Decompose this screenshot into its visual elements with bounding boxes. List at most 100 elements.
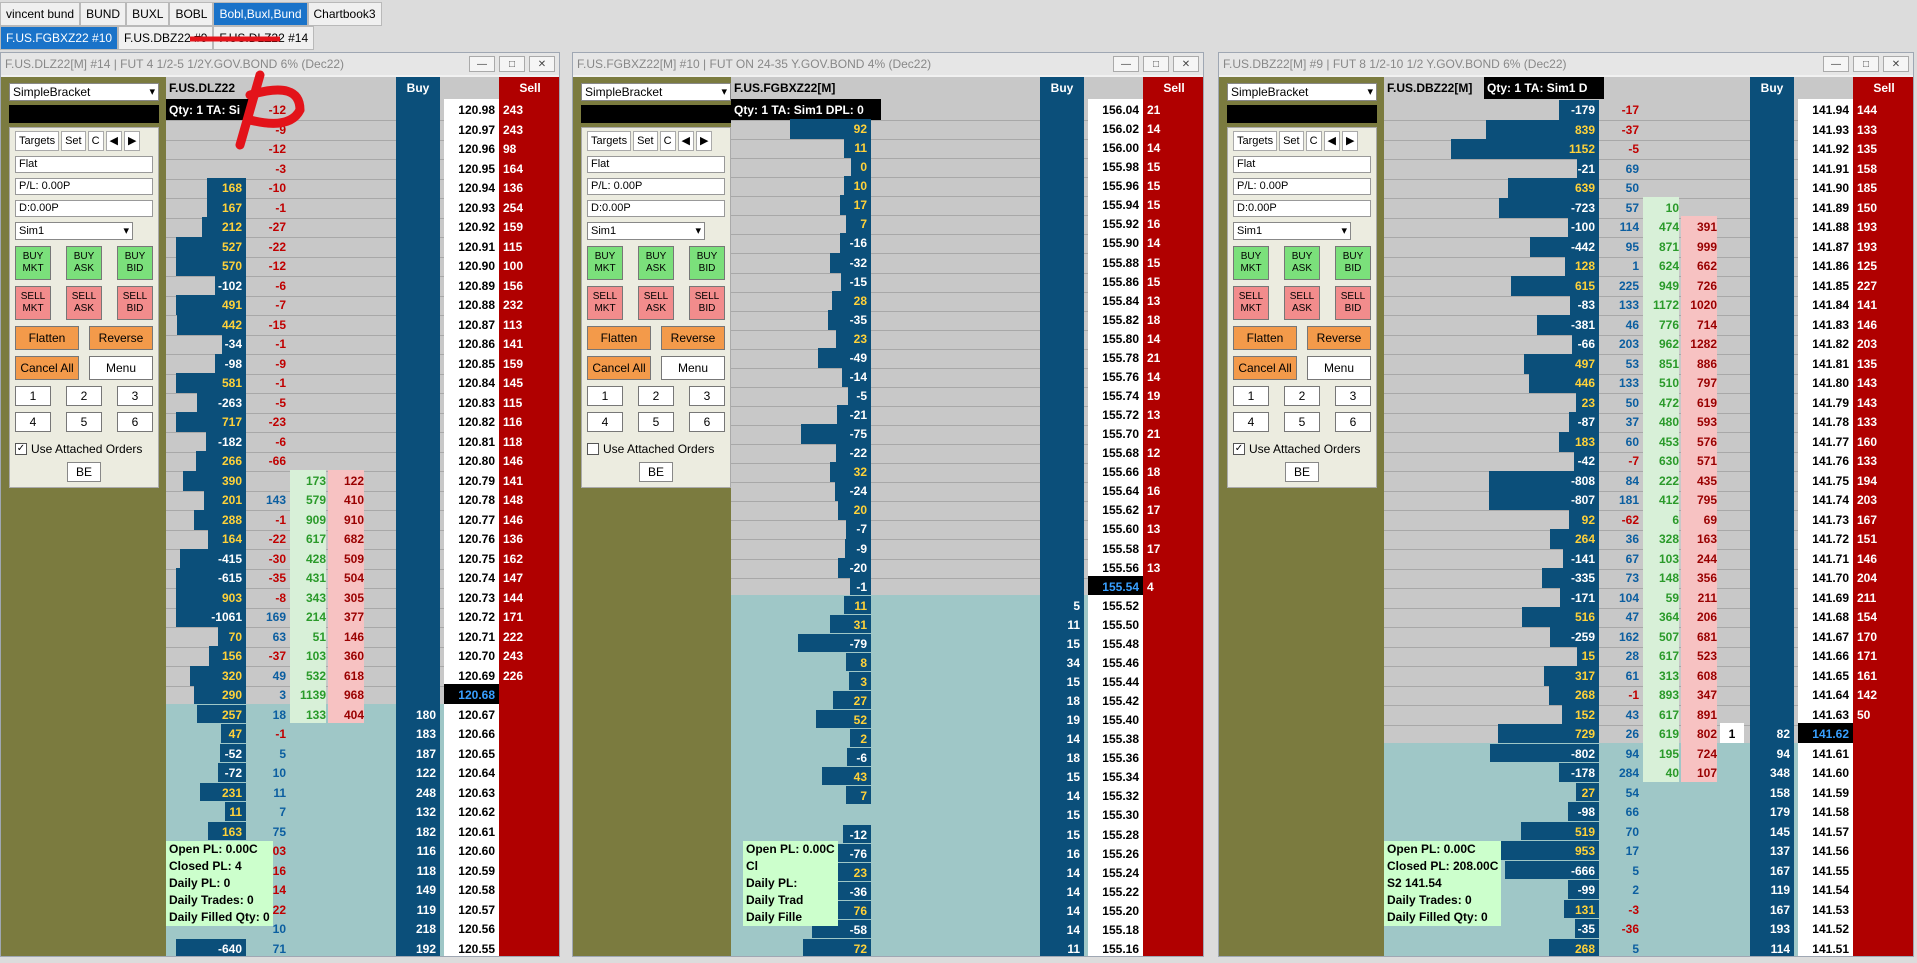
instrument-tab[interactable]: F.US.FGBXZ22 #10 — [0, 26, 119, 50]
be-button[interactable]: BE — [639, 462, 673, 482]
account-select[interactable]: Sim1 — [587, 222, 705, 240]
cancel-all-button[interactable]: Cancel All — [15, 356, 79, 380]
menu-button[interactable]: Menu — [1307, 356, 1371, 380]
buy-bid-button[interactable]: BUY BID — [1335, 246, 1371, 280]
cancel-all-button[interactable]: Cancel All — [1233, 356, 1297, 380]
qty-button[interactable]: 2 — [638, 386, 674, 406]
qty-button[interactable]: 6 — [689, 412, 725, 432]
panel-tab[interactable]: C — [659, 131, 676, 151]
sell-ask-button[interactable]: SELL ASK — [638, 286, 674, 320]
price-ladder[interactable]: Buy Sell F.US.DBZ22[M] Qty: 1 TA: Sim1 D 141… — [1384, 77, 1913, 956]
reverse-button[interactable]: Reverse — [89, 326, 153, 350]
close-icon[interactable]: ✕ — [1883, 56, 1909, 72]
ladder-row[interactable]: 11155.16722 — [731, 937, 1203, 956]
qty-button[interactable]: 4 — [1233, 412, 1269, 432]
menu-button[interactable]: Menu — [89, 356, 153, 380]
price-ladder[interactable]: Buy Sell F.US.FGBXZ22[M] Qty: 1 TA: Sim1 DP… — [731, 77, 1203, 956]
ladder-row[interactable]: 192 120.55 -640 71 — [166, 937, 559, 956]
ladder-row[interactable]: 114 141.51 268 5 — [1384, 937, 1913, 956]
price-ladder[interactable]: Buy Sell F.US.DLZ22 Qty: 1 TA: Si 120.98 243-… — [166, 77, 559, 956]
attached-orders-checkbox[interactable]: ✓ Use Attached Orders — [1233, 442, 1371, 456]
strategy-select[interactable]: SimpleBracket — [9, 83, 159, 101]
sell-bid-button[interactable]: SELL BID — [689, 286, 725, 320]
panel-tab[interactable]: C — [1305, 131, 1322, 151]
checkbox-icon[interactable]: ✓ — [1233, 443, 1245, 455]
sell-bid-button[interactable]: SELL BID — [117, 286, 153, 320]
buy-bid-button[interactable]: BUY BID — [117, 246, 153, 280]
account-select[interactable]: Sim1 — [15, 222, 133, 240]
flatten-button[interactable]: Flatten — [587, 326, 651, 350]
tab-next-icon[interactable]: ▶ — [696, 131, 713, 151]
qty-button[interactable]: 5 — [1284, 412, 1320, 432]
qty-button[interactable]: 4 — [587, 412, 623, 432]
menu-button[interactable]: Menu — [661, 356, 725, 380]
workspace-tab[interactable]: Chartbook3 — [307, 2, 382, 26]
reverse-button[interactable]: Reverse — [1307, 326, 1371, 350]
ask-cell[interactable] — [1853, 937, 1913, 956]
ask-cell[interactable] — [1143, 937, 1203, 956]
sell-mkt-button[interactable]: SELL MKT — [15, 286, 51, 320]
close-icon[interactable]: ✕ — [529, 56, 555, 72]
panel-tab[interactable]: Targets — [15, 131, 60, 151]
panel-tab[interactable]: Set — [633, 131, 658, 151]
reverse-button[interactable]: Reverse — [661, 326, 725, 350]
minimize-icon[interactable]: — — [469, 56, 495, 72]
bid-cell[interactable]: 192 — [396, 937, 440, 956]
qty-button[interactable]: 2 — [66, 386, 102, 406]
qty-button[interactable]: 5 — [66, 412, 102, 432]
workspace-tab[interactable]: BUXL — [126, 2, 170, 26]
ask-cell[interactable] — [499, 937, 559, 956]
qty-button[interactable]: 1 — [587, 386, 623, 406]
sell-bid-button[interactable]: SELL BID — [1335, 286, 1371, 320]
tab-prev-icon[interactable]: ◀ — [1323, 131, 1341, 151]
buy-ask-button[interactable]: BUY ASK — [638, 246, 674, 280]
be-button[interactable]: BE — [67, 462, 101, 482]
panel-tab[interactable]: Targets — [1233, 131, 1278, 151]
attached-orders-checkbox[interactable]: Use Attached Orders — [587, 442, 725, 456]
buy-ask-button[interactable]: BUY ASK — [66, 246, 102, 280]
minimize-icon[interactable]: — — [1823, 56, 1849, 72]
qty-button[interactable]: 4 — [15, 412, 51, 432]
sell-ask-button[interactable]: SELL ASK — [66, 286, 102, 320]
panel-tab[interactable]: Targets — [587, 131, 632, 151]
flatten-button[interactable]: Flatten — [15, 326, 79, 350]
cancel-all-button[interactable]: Cancel All — [587, 356, 651, 380]
maximize-icon[interactable]: □ — [499, 56, 525, 72]
qty-button[interactable]: 2 — [1284, 386, 1320, 406]
qty-button[interactable]: 3 — [117, 386, 153, 406]
qty-button[interactable]: 3 — [689, 386, 725, 406]
tab-next-icon[interactable]: ▶ — [1342, 131, 1359, 151]
buy-mkt-button[interactable]: BUY MKT — [1233, 246, 1269, 280]
buy-ask-button[interactable]: BUY ASK — [1284, 246, 1320, 280]
qty-button[interactable]: 3 — [1335, 386, 1371, 406]
tab-prev-icon[interactable]: ◀ — [677, 131, 695, 151]
tab-next-icon[interactable]: ▶ — [124, 131, 141, 151]
be-button[interactable]: BE — [1285, 462, 1319, 482]
workspace-tab[interactable]: BOBL — [169, 2, 214, 26]
strategy-select[interactable]: SimpleBracket — [581, 83, 731, 101]
bid-cell[interactable]: 11 — [1040, 937, 1084, 956]
account-select[interactable]: Sim1 — [1233, 222, 1351, 240]
sell-mkt-button[interactable]: SELL MKT — [587, 286, 623, 320]
panel-tab[interactable]: Set — [61, 131, 86, 151]
panel-tab[interactable]: Set — [1279, 131, 1304, 151]
qty-button[interactable]: 1 — [15, 386, 51, 406]
close-icon[interactable]: ✕ — [1173, 56, 1199, 72]
checkbox-icon[interactable] — [587, 443, 599, 455]
qty-button[interactable]: 6 — [117, 412, 153, 432]
maximize-icon[interactable]: □ — [1853, 56, 1879, 72]
buy-mkt-button[interactable]: BUY MKT — [15, 246, 51, 280]
panel-tab[interactable]: C — [87, 131, 104, 151]
workspace-tab[interactable]: BUND — [80, 2, 127, 26]
workspace-tab[interactable]: vincent bund — [0, 2, 81, 26]
buy-bid-button[interactable]: BUY BID — [689, 246, 725, 280]
workspace-tab[interactable]: Bobl,Buxl,Bund — [213, 2, 308, 26]
maximize-icon[interactable]: □ — [1143, 56, 1169, 72]
strategy-select[interactable]: SimpleBracket — [1227, 83, 1377, 101]
qty-button[interactable]: 5 — [638, 412, 674, 432]
tab-prev-icon[interactable]: ◀ — [105, 131, 123, 151]
flatten-button[interactable]: Flatten — [1233, 326, 1297, 350]
sell-ask-button[interactable]: SELL ASK — [1284, 286, 1320, 320]
checkbox-icon[interactable]: ✓ — [15, 443, 27, 455]
buy-mkt-button[interactable]: BUY MKT — [587, 246, 623, 280]
